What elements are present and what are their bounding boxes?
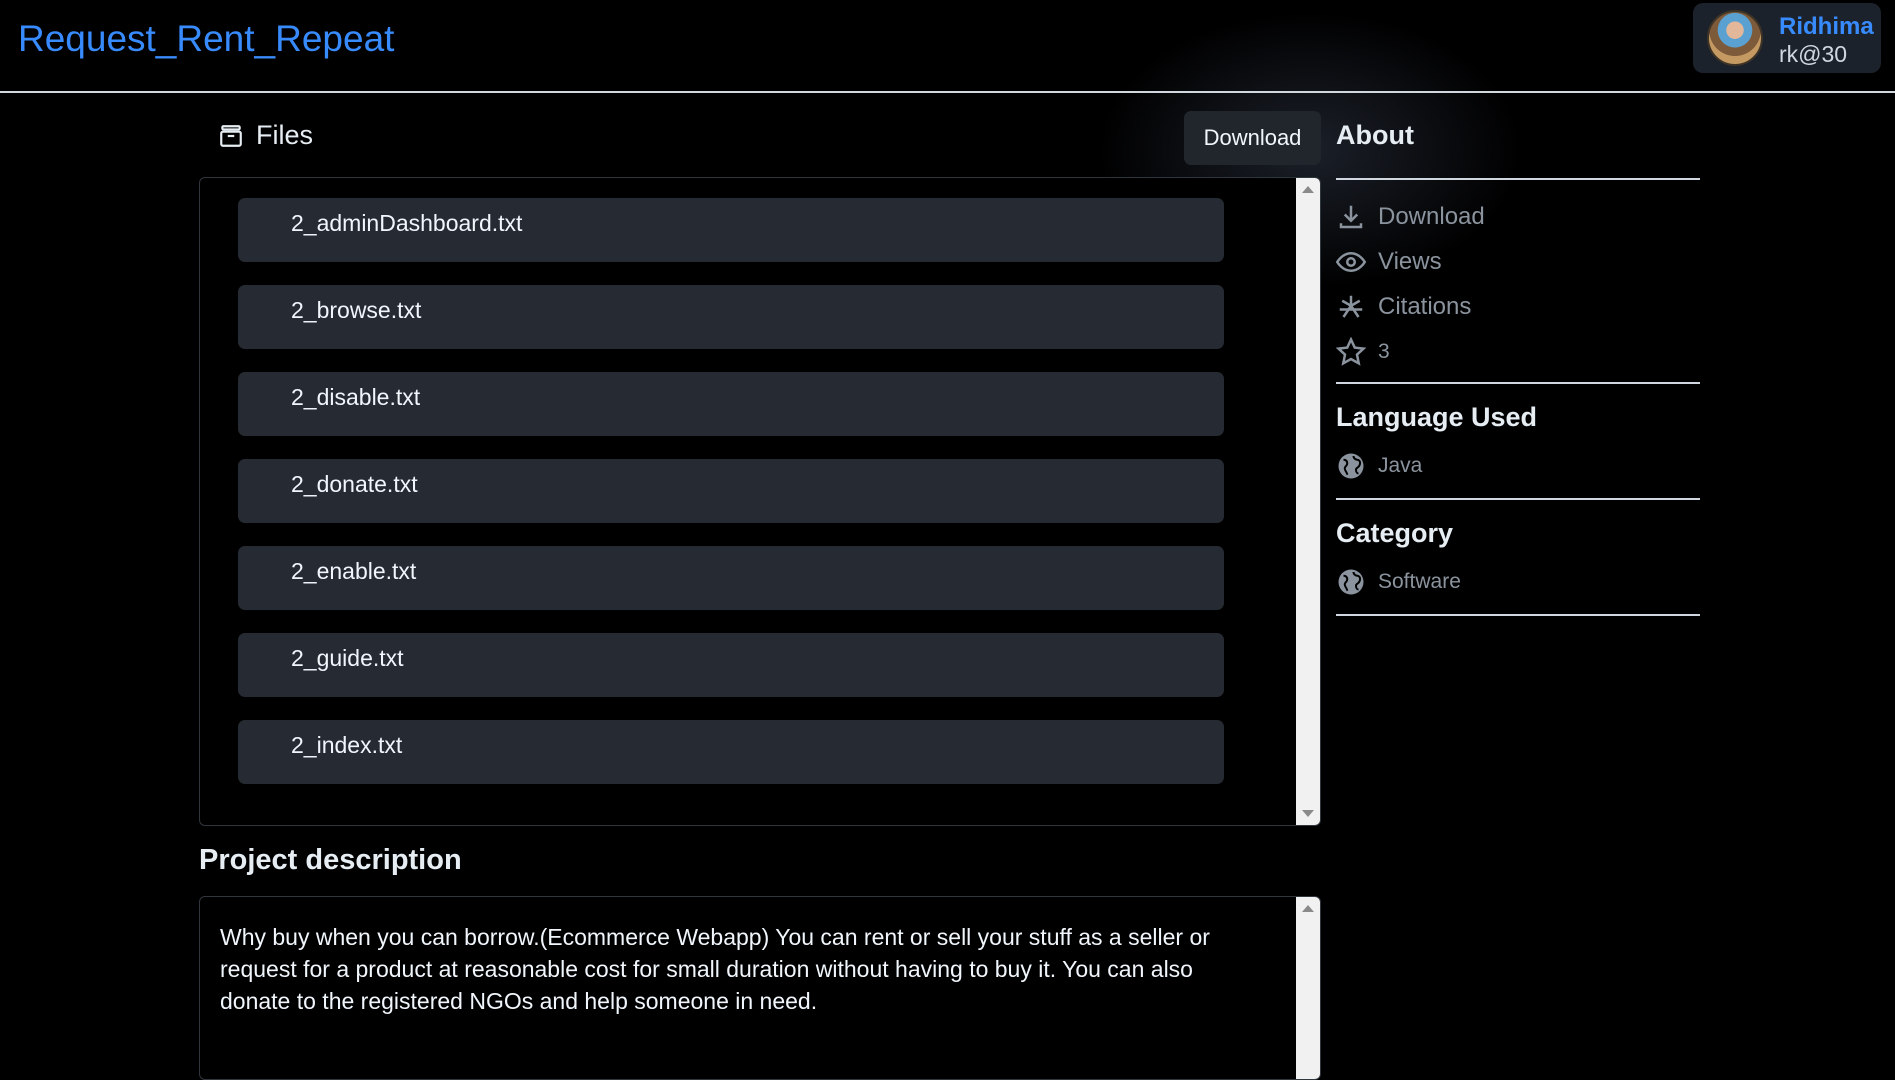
stat-views-label: Views <box>1378 247 1442 275</box>
stat-stars[interactable]: 3 <box>1336 329 1700 374</box>
file-item[interactable]: 2_guide.txt <box>238 633 1224 697</box>
globe-icon <box>1338 569 1364 595</box>
file-list: 2_adminDashboard.txt 2_browse.txt 2_disa… <box>238 198 1224 807</box>
file-item[interactable]: 2_donate.txt <box>238 459 1224 523</box>
divider <box>1336 614 1700 616</box>
files-header: Files <box>218 120 313 151</box>
file-list-scrollbar[interactable] <box>1296 178 1320 825</box>
files-title: Files <box>256 120 314 150</box>
user-card[interactable]: Ridhima rk@30 <box>1693 3 1881 73</box>
file-list-panel[interactable]: 2_adminDashboard.txt 2_browse.txt 2_disa… <box>199 177 1321 826</box>
category-value: Software <box>1378 570 1461 593</box>
eye-icon <box>1336 251 1366 272</box>
stat-download-label: Download <box>1378 202 1485 230</box>
scroll-down-icon[interactable] <box>1302 810 1314 817</box>
citations-icon <box>1339 295 1363 318</box>
file-item[interactable]: 2_adminDashboard.txt <box>238 198 1224 262</box>
file-item[interactable]: 2_disable.txt <box>238 372 1224 436</box>
globe-icon <box>1338 453 1364 479</box>
avatar[interactable] <box>1707 10 1763 66</box>
language-title: Language Used <box>1336 402 1538 432</box>
scroll-up-icon[interactable] <box>1302 186 1314 193</box>
stat-citations-label: Citations <box>1378 292 1472 320</box>
scroll-up-icon[interactable] <box>1302 905 1314 912</box>
divider <box>1336 382 1700 384</box>
archive-icon <box>220 124 242 147</box>
file-item[interactable]: 2_browse.txt <box>238 285 1224 349</box>
description-text: Why buy when you can borrow.(Ecommerce W… <box>220 924 1210 1014</box>
language-value: Java <box>1378 454 1423 477</box>
user-name[interactable]: Ridhima <box>1779 13 1874 41</box>
file-item[interactable]: 2_index.txt <box>238 720 1224 784</box>
stars-count: 3 <box>1378 339 1390 363</box>
top-bar: Request_Rent_Repeat Ridhima rk@30 <box>0 0 1895 93</box>
stat-citations: Citations <box>1336 284 1700 329</box>
category-title: Category <box>1336 518 1454 548</box>
description-scrollbar[interactable] <box>1296 897 1320 1079</box>
project-title[interactable]: Request_Rent_Repeat <box>18 18 394 60</box>
sidebar: About Download Views Citations 3 Languag… <box>1336 120 1700 616</box>
description-box[interactable]: Why buy when you can borrow.(Ecommerce W… <box>199 896 1321 1080</box>
divider <box>1336 178 1700 180</box>
about-title: About <box>1336 120 1414 150</box>
download-button[interactable]: Download <box>1184 111 1321 165</box>
download-icon <box>1339 205 1363 228</box>
user-handle: rk@30 <box>1779 41 1848 67</box>
page: Request_Rent_Repeat Ridhima rk@30 Files … <box>0 0 1895 1080</box>
language-item: Java <box>1336 446 1700 486</box>
category-item: Software <box>1336 562 1700 602</box>
file-item[interactable]: 2_enable.txt <box>238 546 1224 610</box>
stat-download: Download <box>1336 194 1700 239</box>
star-icon[interactable] <box>1336 336 1366 367</box>
divider <box>1336 498 1700 500</box>
description-title: Project description <box>199 844 462 876</box>
stat-views: Views <box>1336 239 1700 284</box>
